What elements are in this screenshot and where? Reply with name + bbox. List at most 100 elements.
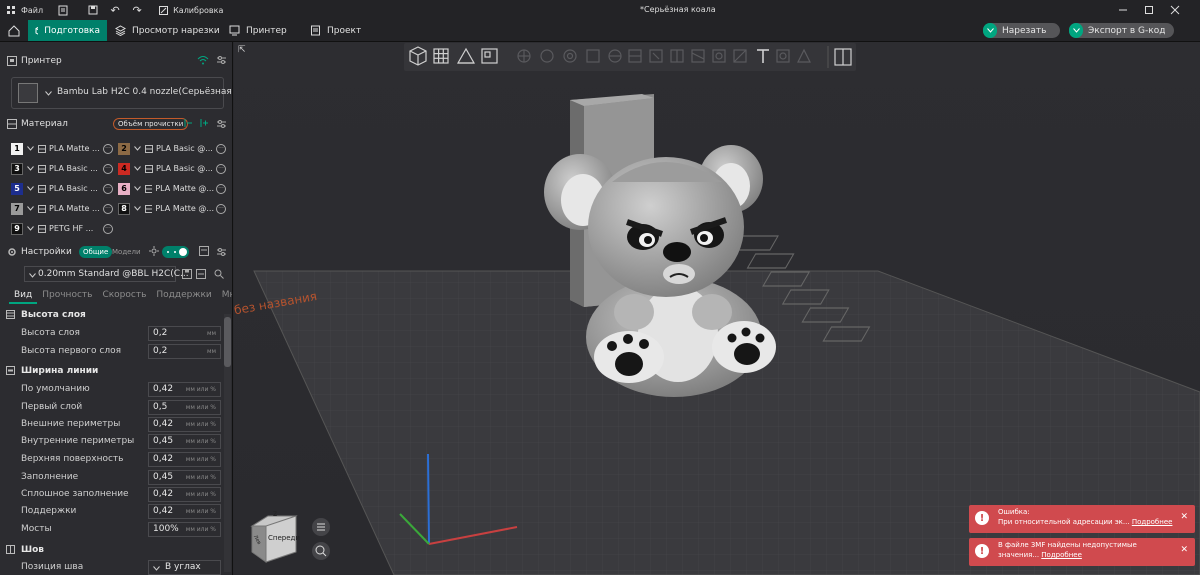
- save-icon[interactable]: [182, 269, 192, 282]
- filament-slot-4[interactable]: 4 PLA Basic @... ···: [118, 160, 231, 177]
- param-input[interactable]: 0,2 мм: [148, 344, 221, 359]
- home-button[interactable]: [2, 20, 26, 41]
- add-filament-icon[interactable]: [183, 118, 193, 131]
- settings-sliders-icon[interactable]: [216, 247, 227, 260]
- more-options-icon[interactable]: ···: [216, 163, 226, 174]
- filament-color-swatch[interactable]: 5: [11, 182, 23, 195]
- chevron-down-icon[interactable]: [983, 23, 997, 38]
- filament-preset-select[interactable]: PLA Matte ...: [27, 200, 101, 217]
- toggle-models[interactable]: Модели: [112, 246, 141, 258]
- calibration-menu[interactable]: Калибровка: [152, 0, 228, 20]
- notification-details-link[interactable]: Подробнее: [1132, 518, 1173, 526]
- search-icon[interactable]: [214, 269, 224, 282]
- tab-speed[interactable]: Скорость: [97, 288, 151, 304]
- export-gcode-button[interactable]: Экспорт в G-код: [1069, 23, 1174, 38]
- sync-filament-icon[interactable]: [199, 118, 209, 131]
- tab-support[interactable]: Поддержки: [151, 288, 216, 304]
- printer-selector[interactable]: Bambu Lab H2C 0.4 nozzle(Серьёзная ...: [11, 77, 232, 109]
- filament-slot-8[interactable]: 8 PLA Matte @... ···: [118, 200, 231, 217]
- settings-scrollbar-thumb[interactable]: [224, 317, 231, 367]
- param-input[interactable]: 0,42 мм или %: [148, 452, 221, 467]
- sun-icon[interactable]: [149, 246, 159, 259]
- minimize-button[interactable]: [1110, 0, 1136, 20]
- param-input[interactable]: 0,42 мм или %: [148, 382, 221, 397]
- save-button[interactable]: [82, 0, 104, 20]
- more-options-icon[interactable]: ···: [216, 183, 226, 194]
- chevron-down-icon[interactable]: [1069, 23, 1083, 38]
- more-options-icon[interactable]: ···: [103, 203, 113, 214]
- tab-strength[interactable]: Прочность: [37, 288, 97, 304]
- slice-button[interactable]: Нарезать: [983, 23, 1060, 38]
- more-options-icon[interactable]: ···: [216, 143, 226, 154]
- close-icon[interactable]: ✕: [1180, 512, 1188, 522]
- settings-sliders-icon[interactable]: [216, 55, 227, 68]
- menu-button[interactable]: [52, 0, 74, 20]
- tab-prepare[interactable]: Подготовка: [28, 20, 107, 41]
- more-options-icon[interactable]: ···: [103, 143, 113, 154]
- param-input[interactable]: 0,42 мм или %: [148, 417, 221, 432]
- tab-multicolor[interactable]: Многоц...: [217, 288, 232, 304]
- filament-color-swatch[interactable]: 7: [11, 202, 23, 215]
- maximize-button[interactable]: [1136, 0, 1162, 20]
- filament-color-swatch[interactable]: 6: [118, 182, 130, 195]
- build-plate-scene[interactable]: без названия: [234, 42, 1200, 575]
- more-options-icon[interactable]: ···: [216, 203, 226, 214]
- filament-color-swatch[interactable]: 3: [11, 162, 23, 175]
- filament-slot-6[interactable]: 6 PLA Matte @... ···: [118, 180, 231, 197]
- close-icon[interactable]: ✕: [1180, 545, 1188, 555]
- filament-preset-select[interactable]: PLA Basic @...: [134, 160, 214, 177]
- more-options-icon[interactable]: ···: [103, 223, 113, 234]
- filament-color-swatch[interactable]: 8: [118, 202, 130, 215]
- more-options-icon[interactable]: ···: [103, 183, 113, 194]
- file-menu[interactable]: Файл: [0, 0, 48, 20]
- minus-icon[interactable]: [196, 269, 206, 282]
- toggle-general[interactable]: Общие: [79, 246, 113, 258]
- param-input[interactable]: 0,2 мм: [148, 326, 221, 341]
- advanced-toggle-switch[interactable]: [162, 246, 189, 258]
- param-input[interactable]: 0,42 мм или %: [148, 487, 221, 502]
- filament-slot-9[interactable]: 9 PETG HF ... ···: [11, 220, 117, 237]
- filament-color-swatch[interactable]: 2: [118, 142, 130, 155]
- filament-preset-select[interactable]: PLA Matte @...: [134, 200, 214, 217]
- filament-color-swatch[interactable]: 4: [118, 162, 130, 175]
- param-input[interactable]: 0,45 мм или %: [148, 434, 221, 449]
- param-input[interactable]: 0,42 мм или %: [148, 504, 221, 519]
- view-cube[interactable]: Z Лев Спереди: [248, 511, 300, 564]
- param-input[interactable]: 0,5 мм или %: [148, 400, 221, 415]
- filament-slot-7[interactable]: 7 PLA Matte ... ···: [11, 200, 117, 217]
- filament-preset-select[interactable]: PLA Basic ...: [27, 160, 101, 177]
- settings-sliders-icon[interactable]: [216, 119, 227, 132]
- param-input[interactable]: 100% мм или %: [148, 522, 221, 537]
- process-profile-select[interactable]: 0.20mm Standard @BBL H2C(C...: [24, 266, 189, 282]
- tab-quality[interactable]: Вид: [9, 288, 38, 304]
- 3d-viewport[interactable]: без названия ⇱ Z Лев Спереди: [234, 42, 1200, 575]
- flush-volume-button[interactable]: Объём прочистки: [113, 118, 189, 130]
- notification-message: При относительной адресации эк...: [998, 518, 1130, 526]
- save-preset-icon[interactable]: [199, 246, 209, 259]
- filament-color-swatch[interactable]: 1: [11, 142, 23, 155]
- param-select[interactable]: В углах: [148, 560, 221, 575]
- notification-details-link[interactable]: Подробнее: [1041, 551, 1082, 559]
- filament-preset-select[interactable]: PLA Matte ...: [27, 140, 101, 157]
- view-menu-button[interactable]: [312, 518, 330, 536]
- filament-slot-1[interactable]: 1 PLA Matte ... ···: [11, 140, 117, 157]
- more-options-icon[interactable]: ···: [103, 163, 113, 174]
- close-button[interactable]: [1162, 0, 1188, 20]
- tab-project[interactable]: Проект: [303, 20, 368, 41]
- filament-preset-select[interactable]: PLA Basic @...: [134, 140, 214, 157]
- tab-slice-preview[interactable]: Просмотр нарезки: [108, 20, 227, 41]
- filament-preset-select[interactable]: PLA Matte @...: [134, 180, 214, 197]
- tab-printer[interactable]: Принтер: [222, 20, 294, 41]
- filament-slot-5[interactable]: 5 PLA Basic ... ···: [11, 180, 117, 197]
- filament-preset-select[interactable]: PLA Basic ...: [27, 180, 101, 197]
- wifi-icon[interactable]: [197, 55, 209, 68]
- collapse-sidebar-button[interactable]: ⇱: [238, 45, 250, 57]
- filament-slot-3[interactable]: 3 PLA Basic ... ···: [11, 160, 117, 177]
- filament-preset-select[interactable]: PETG HF ...: [27, 220, 101, 237]
- filament-color-swatch[interactable]: 9: [11, 222, 23, 235]
- filament-slot-2[interactable]: 2 PLA Basic @... ···: [118, 140, 231, 157]
- zoom-button[interactable]: [312, 542, 330, 560]
- undo-button[interactable]: ↶: [104, 0, 126, 20]
- redo-button[interactable]: ↷: [126, 0, 148, 20]
- param-input[interactable]: 0,45 мм или %: [148, 470, 221, 485]
